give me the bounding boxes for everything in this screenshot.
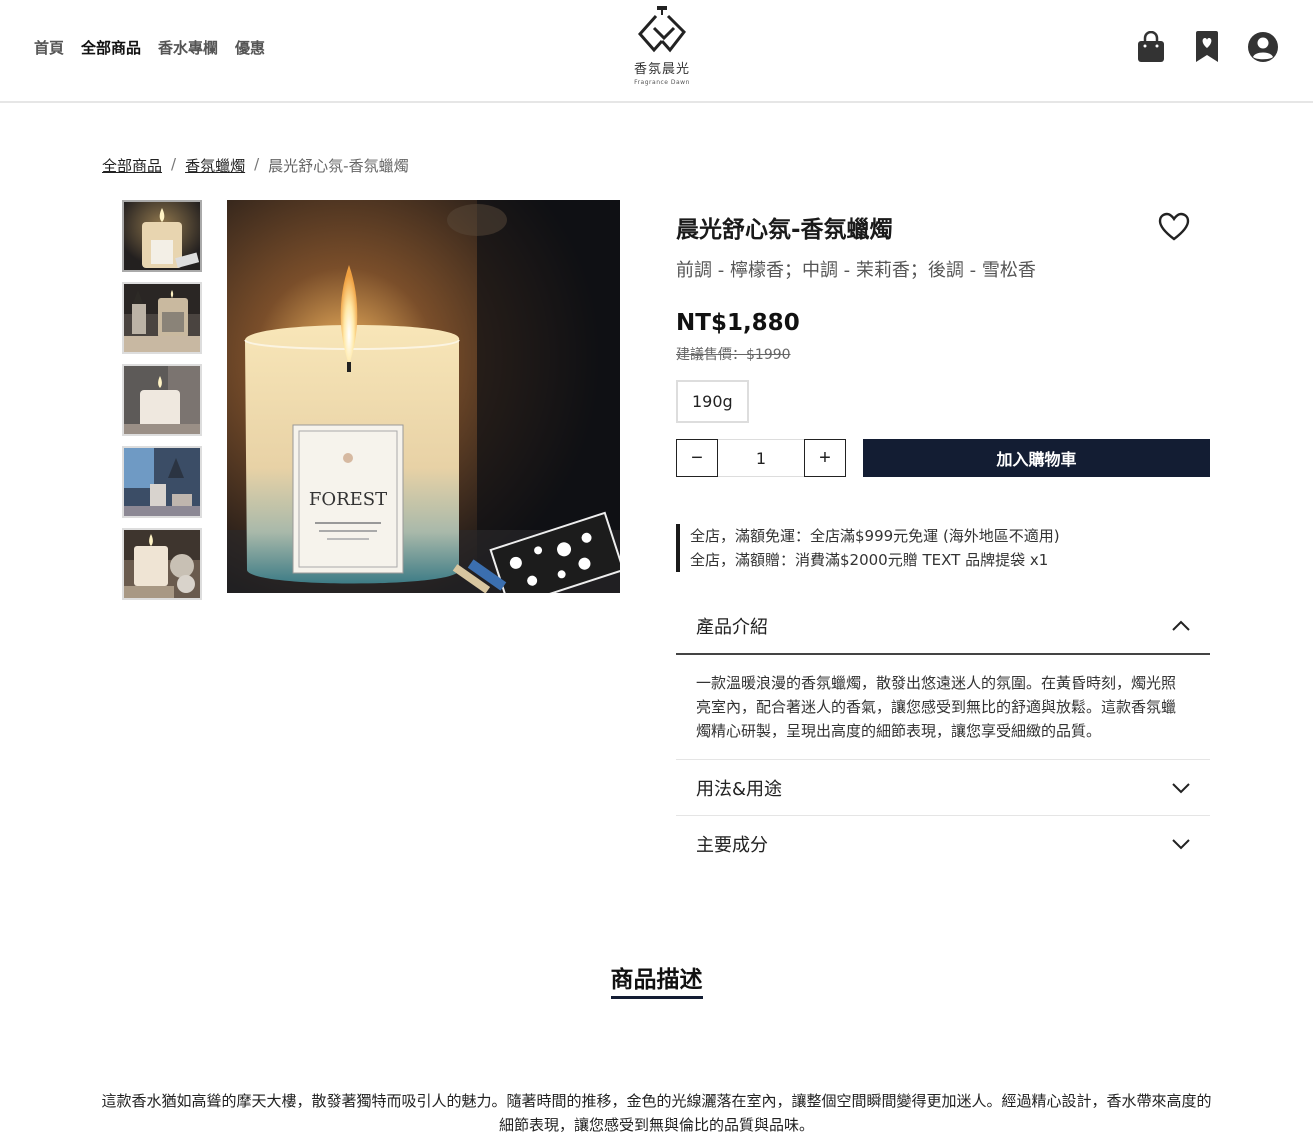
- product-accordion: 產品介紹 一款溫暖浪漫的香氛蠟燭，散發出悠遠迷人的氛圍。在黃昏時刻，燭光照亮室內…: [676, 598, 1210, 872]
- accordion-header-ingredients[interactable]: 主要成分: [676, 816, 1210, 872]
- quantity-input[interactable]: [718, 439, 804, 477]
- chevron-up-icon: [1172, 620, 1190, 631]
- thumbnail-list: [122, 200, 202, 600]
- user-account-icon[interactable]: [1247, 30, 1279, 64]
- purchase-row: − + 加入購物車: [676, 439, 1210, 477]
- chevron-down-icon: [1172, 839, 1190, 850]
- accordion-header-usage[interactable]: 用法&用途: [676, 760, 1210, 816]
- logo-text-en: Fragrance Dawn: [634, 79, 690, 86]
- product-thumbnail[interactable]: [122, 200, 202, 272]
- promotion-list: 全店，滿額免運：全店滿$999元免運 (海外地區不適用) 全店，滿額贈：消費滿$…: [676, 524, 1210, 572]
- nav-offers[interactable]: 優惠: [235, 37, 265, 58]
- accordion-header-intro[interactable]: 產品介紹: [676, 598, 1210, 655]
- accordion-title: 用法&用途: [696, 778, 783, 800]
- product-thumbnail[interactable]: [122, 282, 202, 354]
- site-logo[interactable]: 香氛晨光 Fragrance Dawn: [626, 6, 698, 94]
- promotion-free-shipping: 全店，滿額免運：全店滿$999元免運 (海外地區不適用): [690, 527, 1060, 545]
- accordion-title: 主要成分: [696, 835, 768, 856]
- breadcrumb-all-products[interactable]: 全部商品: [102, 155, 162, 176]
- product-price: NT$1,880: [676, 310, 800, 336]
- header-actions: [1135, 30, 1279, 64]
- product-thumbnail[interactable]: [122, 528, 202, 600]
- breadcrumb-current: 晨光舒心氛-香氛蠟燭: [268, 157, 409, 175]
- product-main-image: FOREST: [227, 200, 620, 593]
- nav-perfume-column[interactable]: 香水專欄: [158, 37, 218, 58]
- description-section-title: 商品描述: [0, 960, 1313, 999]
- add-to-cart-button[interactable]: 加入購物車: [863, 439, 1210, 477]
- nav-all-products[interactable]: 全部商品: [81, 37, 141, 58]
- breadcrumb-candles[interactable]: 香氛蠟燭: [185, 155, 245, 176]
- quantity-increase-button[interactable]: +: [804, 439, 846, 477]
- bookmark-icon[interactable]: [1191, 30, 1223, 64]
- accordion-body-intro: 一款溫暖浪漫的香氛蠟燭，散發出悠遠迷人的氛圍。在黃昏時刻，燭光照亮室內，配合著迷…: [676, 655, 1210, 760]
- product-thumbnail[interactable]: [122, 446, 202, 518]
- shopping-bag-icon[interactable]: [1135, 30, 1167, 64]
- site-header: 首頁 全部商品 香水專欄 優惠 香氛晨光 Fragrance Dawn: [0, 0, 1313, 103]
- logo-mark-icon: [638, 6, 686, 53]
- nav-home[interactable]: 首頁: [34, 37, 64, 58]
- description-title: 商品描述: [610, 960, 703, 999]
- breadcrumb-separator: /: [171, 155, 177, 173]
- breadcrumb-separator: /: [254, 155, 260, 173]
- favorite-heart-icon[interactable]: [1158, 212, 1190, 246]
- product-thumbnail[interactable]: [122, 364, 202, 436]
- product-scent-notes: 前調 - 檸檬香；中調 - 茉莉香；後調 - 雪松香: [676, 260, 1036, 281]
- main-nav: 首頁 全部商品 香水專欄 優惠: [34, 37, 265, 58]
- product-info: 晨光舒心氛-香氛蠟燭 前調 - 檸檬香；中調 - 茉莉香；後調 - 雪松香 NT…: [676, 210, 1210, 872]
- chevron-down-icon: [1172, 782, 1190, 793]
- original-price: 建議售價：$1990: [676, 347, 791, 363]
- description-text: 這款香水猶如高聳的摩天大樓，散發著獨特而吸引人的魅力。隨著時間的推移，金色的光線…: [101, 1092, 1212, 1134]
- variant-option-190g[interactable]: 190g: [676, 380, 749, 423]
- candle-label: FOREST: [309, 489, 387, 510]
- accordion-title: 產品介紹: [696, 616, 768, 638]
- breadcrumb: 全部商品 / 香氛蠟燭 / 晨光舒心氛-香氛蠟燭: [102, 155, 409, 176]
- quantity-decrease-button[interactable]: −: [676, 439, 718, 477]
- product-title: 晨光舒心氛-香氛蠟燭: [676, 217, 893, 243]
- logo-text-cn: 香氛晨光: [633, 62, 690, 77]
- promotion-gift: 全店，滿額贈：消費滿$2000元贈 TEXT 品牌提袋 x1: [690, 551, 1049, 569]
